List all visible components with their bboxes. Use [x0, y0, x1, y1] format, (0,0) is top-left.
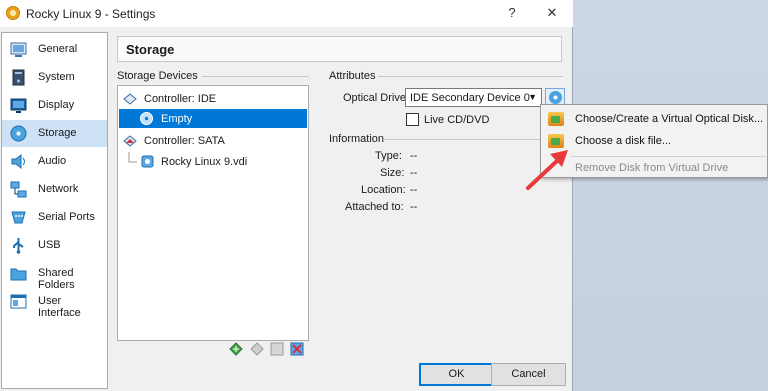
sidebar-item-label: Network — [38, 183, 79, 195]
chevron-down-icon: ▼ — [528, 92, 537, 102]
sidebar-item-label: System — [38, 71, 75, 83]
sidebar-item-system[interactable]: System — [2, 64, 107, 91]
add-controller-icon[interactable] — [229, 342, 243, 356]
location-value: -- — [410, 184, 418, 196]
divider — [384, 139, 540, 140]
sidebar-item-usb[interactable]: USB — [2, 232, 107, 259]
serial-ports-icon — [11, 211, 26, 224]
sidebar-item-label: USB — [38, 239, 61, 251]
tree-item-label: Controller: SATA — [144, 135, 225, 147]
type-value: -- — [410, 150, 418, 162]
optical-drive-select[interactable]: IDE Secondary Device 0 ▼ — [405, 88, 542, 107]
live-cd-checkbox[interactable] — [406, 113, 419, 126]
information-label: Information — [329, 133, 385, 145]
menu-item-label: Remove Disk from Virtual Drive — [575, 162, 729, 174]
ok-button[interactable]: OK — [419, 363, 494, 386]
remove-controller-icon[interactable] — [250, 342, 264, 356]
sidebar-item-display[interactable]: Display — [2, 92, 107, 119]
attached-to-value: -- — [410, 201, 418, 213]
close-button[interactable]: ✕ — [543, 4, 561, 22]
page-title: Storage — [126, 42, 175, 57]
usb-icon — [13, 238, 24, 254]
tree-item-label: Rocky Linux 9.vdi — [161, 156, 248, 168]
tree-item-label: Controller: IDE — [144, 93, 217, 105]
annotation-arrow-icon — [526, 150, 568, 190]
sidebar-item-label: User Interface — [38, 295, 81, 319]
size-label: Size: — [380, 167, 405, 179]
hard-disk-icon — [141, 155, 154, 168]
tree-branch-line — [128, 152, 137, 163]
storage-tree[interactable]: Controller: IDE Empty Controller: SATA R… — [117, 85, 309, 341]
tree-item-controller-sata[interactable]: Controller: SATA — [119, 131, 307, 150]
display-icon — [10, 98, 27, 113]
sidebar-item-label: Serial Ports — [38, 211, 95, 223]
sidebar-item-user-interface[interactable]: User Interface — [2, 288, 107, 319]
sidebar-item-audio[interactable]: Audio — [2, 148, 107, 175]
tree-item-empty-optical[interactable]: Empty — [119, 109, 307, 128]
divider — [202, 76, 309, 77]
sidebar-item-serial-ports[interactable]: Serial Ports — [2, 204, 107, 231]
menu-item-label: Choose/Create a Virtual Optical Disk... — [575, 113, 764, 125]
divider — [378, 76, 563, 77]
network-icon — [10, 181, 27, 198]
desktop-background — [573, 0, 768, 391]
section-header: Storage — [117, 36, 562, 62]
attributes-label: Attributes — [329, 70, 376, 82]
audio-icon — [11, 153, 25, 170]
system-icon — [12, 69, 25, 86]
live-cd-label: Live CD/DVD — [424, 114, 490, 126]
virtualbox-app-icon — [6, 6, 20, 20]
sidebar-item-label: Display — [38, 99, 75, 111]
tree-item-label: Empty — [161, 113, 193, 125]
menu-item-label: Choose a disk file... — [575, 135, 671, 147]
sidebar-item-general[interactable]: General — [2, 36, 107, 63]
storage-icon — [10, 125, 27, 142]
sidebar-item-label: Audio — [38, 155, 67, 167]
tree-item-controller-ide[interactable]: Controller: IDE — [119, 89, 307, 108]
title-bar: Rocky Linux 9 - Settings ? ✕ — [0, 0, 573, 27]
settings-sidebar: General System Display Storage Audio Net… — [1, 32, 108, 389]
shared-folders-icon — [10, 268, 27, 281]
optical-disc-icon — [140, 112, 153, 125]
add-attachment-icon[interactable] — [270, 342, 284, 356]
optical-disc-icon — [549, 91, 562, 104]
cancel-button[interactable]: Cancel — [491, 363, 566, 386]
location-label: Location: — [361, 184, 406, 196]
optical-disk-file-icon — [548, 112, 564, 126]
sidebar-item-network[interactable]: Network — [2, 176, 107, 203]
sidebar-item-shared-folders[interactable]: Shared Folders — [2, 260, 107, 291]
settings-window: Rocky Linux 9 - Settings ? ✕ General Sys… — [0, 0, 573, 391]
help-button[interactable]: ? — [503, 4, 521, 22]
type-label: Type: — [375, 150, 402, 162]
sidebar-item-label: Storage — [38, 127, 77, 139]
storage-devices-label: Storage Devices — [117, 70, 198, 82]
general-icon — [10, 42, 27, 57]
size-value: -- — [410, 167, 418, 179]
menu-separator — [571, 156, 766, 157]
tree-item-vdi-disk[interactable]: Rocky Linux 9.vdi — [119, 152, 307, 171]
optical-drive-value: IDE Secondary Device 0 — [410, 92, 530, 104]
sidebar-item-storage[interactable]: Storage — [2, 120, 107, 147]
remove-attachment-icon[interactable] — [290, 342, 304, 356]
menu-item-choose-create-disk[interactable]: Choose/Create a Virtual Optical Disk... — [542, 108, 768, 130]
user-interface-icon — [10, 294, 27, 309]
window-title: Rocky Linux 9 - Settings — [26, 7, 156, 21]
optical-drive-label: Optical Drive: — [343, 92, 410, 104]
attached-to-label: Attached to: — [345, 201, 404, 213]
sata-controller-icon — [123, 135, 137, 147]
ide-controller-icon — [123, 93, 137, 105]
sidebar-item-label: General — [38, 43, 78, 55]
